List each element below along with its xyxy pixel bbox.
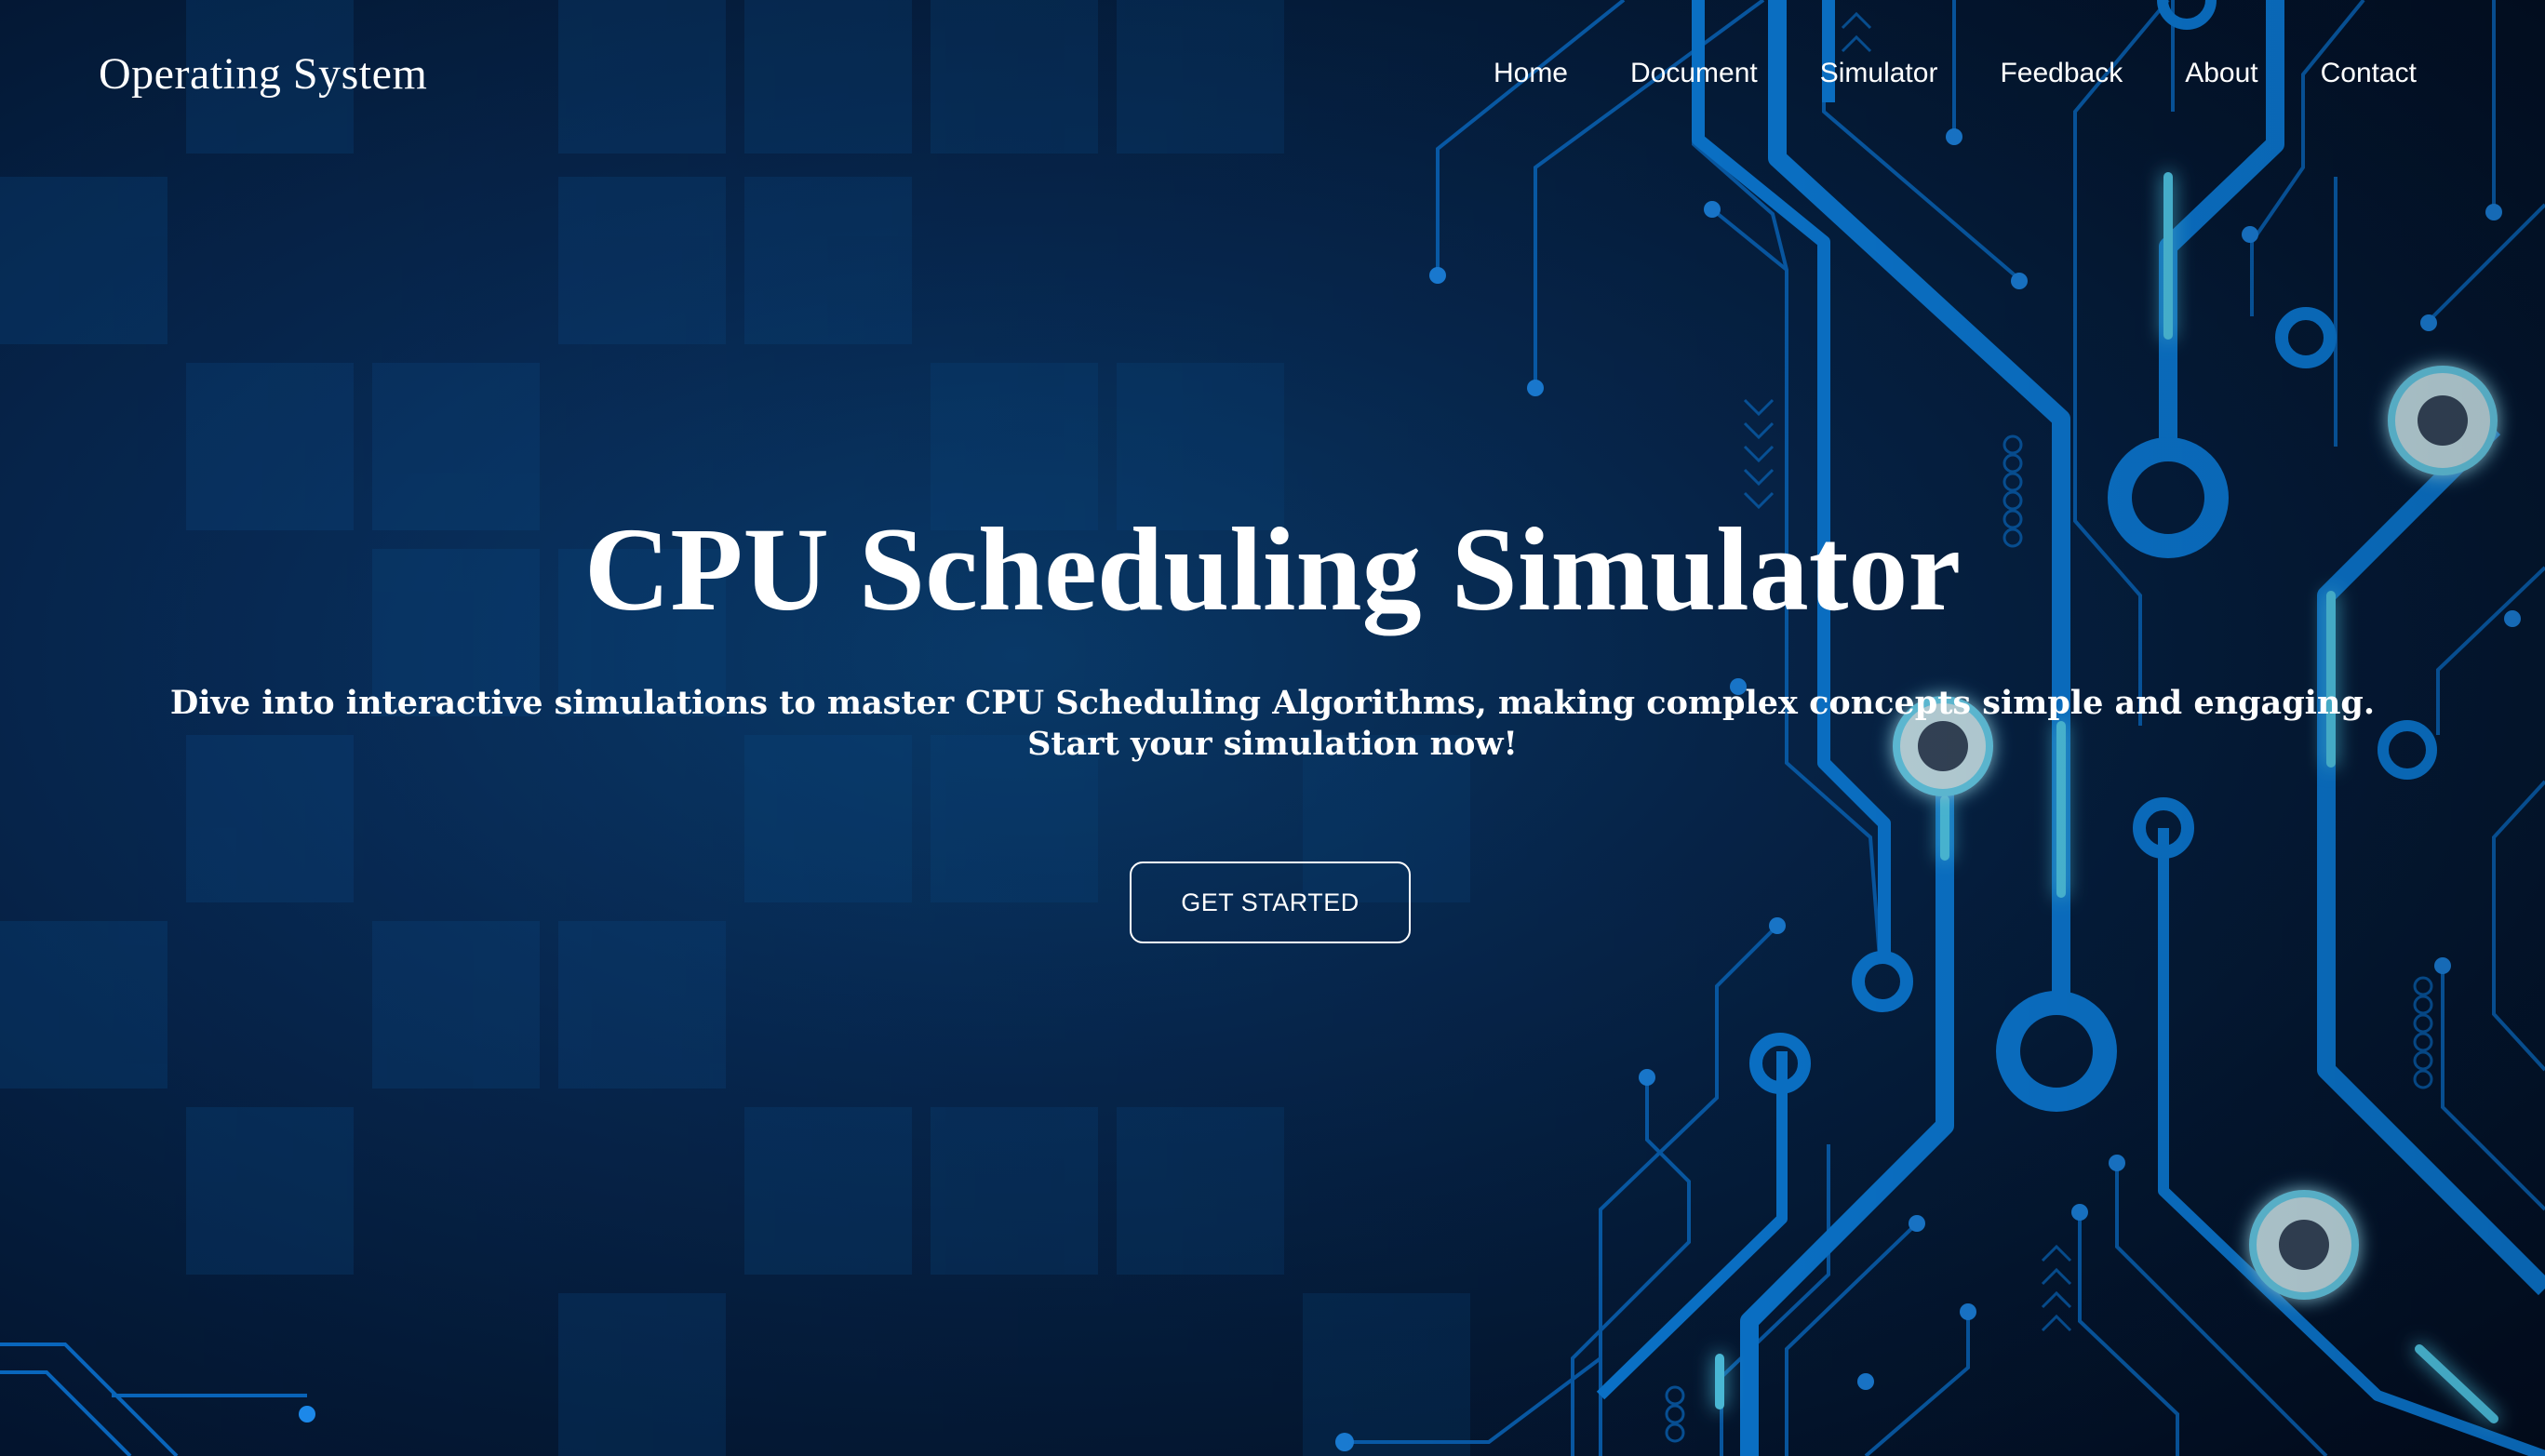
hero-section: Operating System Home Document Simulator… [0, 0, 2545, 1456]
nav-about-link[interactable]: About [2185, 58, 2257, 89]
hero-subtitle: Dive into interactive simulations to mas… [0, 683, 2545, 765]
get-started-button[interactable]: GET STARTED [1130, 862, 1411, 943]
nav-document-link[interactable]: Document [1630, 58, 1758, 89]
nav-home-link[interactable]: Home [1494, 58, 1568, 89]
nav-contact-link[interactable]: Contact [2321, 58, 2417, 89]
site-brand[interactable]: Operating System [99, 48, 427, 100]
main-nav: Home Document Simulator Feedback About C… [1494, 58, 2417, 89]
nav-feedback-link[interactable]: Feedback [2000, 58, 2123, 89]
hero-subtitle-line-2: Start your simulation now! [1027, 725, 1518, 763]
hero-title: CPU Scheduling Simulator [583, 503, 1962, 635]
hero-subtitle-line-1: Dive into interactive simulations to mas… [169, 684, 2376, 722]
nav-simulator-link[interactable]: Simulator [1820, 58, 1938, 89]
